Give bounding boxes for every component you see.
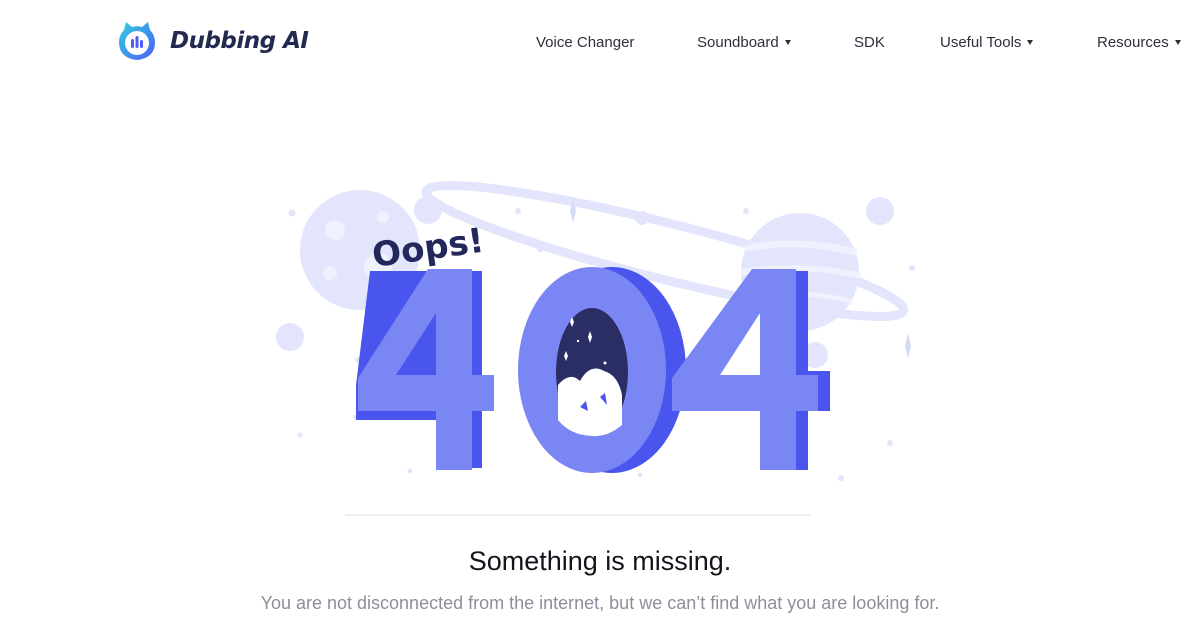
caret-down-icon bbox=[1027, 39, 1034, 45]
main-nav: Voice Changer Soundboard SDK Useful Tool… bbox=[0, 31, 1200, 53]
digit-zero bbox=[518, 267, 686, 473]
error-message: You are not disconnected from the intern… bbox=[260, 593, 940, 613]
digit-four-right bbox=[672, 269, 830, 470]
caret-down-icon bbox=[1174, 39, 1181, 45]
caret-down-icon bbox=[784, 39, 791, 45]
nav-item-soundboard[interactable]: Soundboard bbox=[697, 31, 791, 53]
error-404-illustration: Oops! bbox=[276, 181, 915, 516]
nav-item-useful-tools[interactable]: Useful Tools bbox=[940, 31, 1034, 53]
error-title: Something is missing. bbox=[468, 546, 732, 576]
nav-label: SDK bbox=[854, 33, 885, 51]
site-header: Dubbing AI Voice Changer Soundboard SDK … bbox=[0, 0, 1200, 84]
not-found-page: Dubbing AI Voice Changer Soundboard SDK … bbox=[0, 0, 1200, 630]
nav-item-voice-changer[interactable]: Voice Changer bbox=[536, 31, 634, 53]
nav-label: Soundboard bbox=[697, 33, 779, 51]
nav-label: Resources bbox=[1097, 33, 1169, 51]
nav-label: Voice Changer bbox=[536, 33, 635, 51]
nav-item-sdk[interactable]: SDK bbox=[854, 31, 885, 53]
digit-four-left bbox=[356, 269, 494, 470]
nav-item-resources[interactable]: Resources bbox=[1097, 31, 1181, 53]
nav-label: Useful Tools bbox=[940, 33, 1022, 51]
